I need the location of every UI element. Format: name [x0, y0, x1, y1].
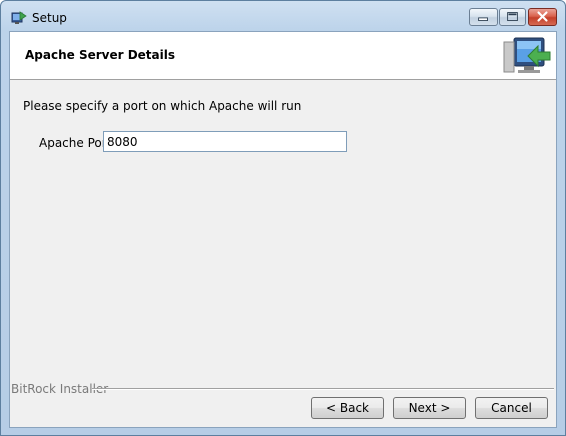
instruction-text: Please specify a port on which Apache wi… — [23, 99, 302, 113]
apache-port-input[interactable] — [103, 131, 347, 152]
close-icon — [537, 11, 548, 22]
title-bar[interactable]: Setup — [1, 1, 565, 31]
wizard-client-area: Apache Server Details Please specify a p… — [9, 31, 557, 428]
minimize-icon — [478, 17, 488, 21]
cancel-button[interactable]: Cancel — [475, 397, 548, 419]
setup-window: Setup Apache Server Details Please speci… — [0, 0, 566, 436]
window-title: Setup — [32, 11, 67, 25]
maximize-icon — [507, 12, 518, 21]
next-button[interactable]: Next > — [393, 397, 466, 419]
page-title: Apache Server Details — [25, 48, 176, 62]
back-button[interactable]: < Back — [311, 397, 384, 419]
computer-install-arrow-icon — [500, 34, 552, 78]
apache-port-label: Apache Port — [39, 136, 112, 150]
minimize-button[interactable] — [469, 8, 498, 26]
close-button[interactable] — [528, 8, 557, 26]
wizard-header: Apache Server Details — [10, 32, 556, 80]
footer-divider — [92, 388, 554, 390]
setup-app-icon — [11, 11, 27, 25]
maximize-button[interactable] — [499, 8, 526, 26]
